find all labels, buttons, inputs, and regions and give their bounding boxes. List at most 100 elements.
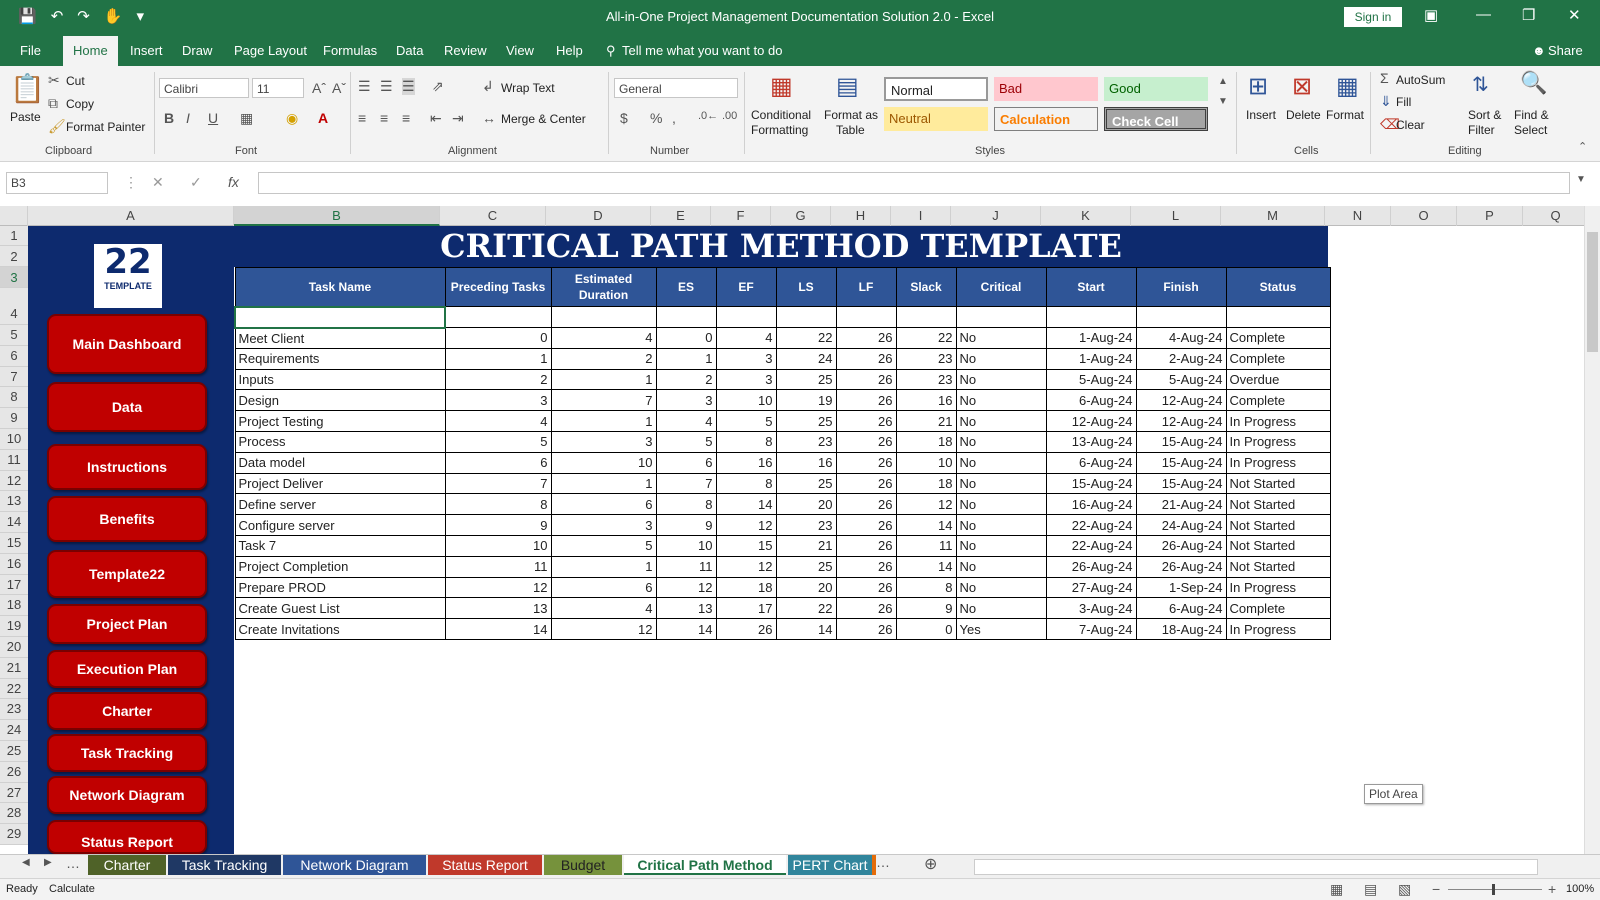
font-name-combo[interactable]: Calibri xyxy=(159,78,249,98)
zoom-slider-thumb[interactable] xyxy=(1492,884,1495,895)
column-header-c[interactable]: C xyxy=(440,206,546,226)
decrease-decimal-icon[interactable]: .00 xyxy=(722,110,737,122)
table-cell[interactable]: 3-Aug-24 xyxy=(1045,597,1137,620)
table-cell[interactable]: No xyxy=(955,410,1047,432)
align-bottom-icon[interactable]: ☰ xyxy=(402,78,415,95)
table-cell[interactable]: 1 xyxy=(550,472,657,495)
table-cell[interactable]: Create Invitations xyxy=(234,618,446,640)
table-cell[interactable]: Requirements xyxy=(234,347,446,370)
row-header[interactable]: 20 xyxy=(0,637,28,658)
format-painter-button[interactable]: Format Painter xyxy=(66,120,145,134)
nav-button-main-dashboard[interactable]: Main Dashboard xyxy=(47,314,207,374)
sheet-tab-budget[interactable]: Budget xyxy=(544,855,622,875)
style-good[interactable]: Good xyxy=(1104,77,1208,101)
table-cell[interactable]: 5 xyxy=(550,534,657,557)
table-cell[interactable]: 2 xyxy=(444,368,552,391)
row-header[interactable]: 25 xyxy=(0,741,28,762)
fill-color-icon[interactable]: ◉ xyxy=(286,110,298,127)
table-cell[interactable]: 26 xyxy=(835,327,897,349)
table-cell[interactable]: Data model xyxy=(234,451,446,474)
row-header[interactable]: 5 xyxy=(0,325,28,346)
borders-icon[interactable]: ▦ xyxy=(240,110,253,127)
sheet-tab-network-diagram[interactable]: Network Diagram xyxy=(283,855,426,875)
tab-insert[interactable]: Insert xyxy=(130,43,163,58)
cell[interactable] xyxy=(1135,306,1227,328)
row-header[interactable]: 26 xyxy=(0,761,28,783)
table-cell[interactable]: 2 xyxy=(655,368,717,391)
nav-button-execution-plan[interactable]: Execution Plan xyxy=(47,650,207,688)
table-cell[interactable]: 12 xyxy=(895,493,957,516)
table-cell[interactable]: 4 xyxy=(655,410,717,432)
column-header-o[interactable]: O xyxy=(1391,206,1457,226)
format-as-table-button[interactable]: Format as xyxy=(824,108,878,122)
cell[interactable] xyxy=(444,306,552,328)
table-cell[interactable]: 13 xyxy=(655,597,717,620)
copy-button[interactable]: Copy xyxy=(66,97,94,111)
bold-icon[interactable]: B xyxy=(164,110,174,126)
table-cell[interactable]: 6 xyxy=(550,493,657,516)
sheet-tab-task-tracking[interactable]: Task Tracking xyxy=(168,855,281,875)
table-cell[interactable]: 20 xyxy=(775,576,837,599)
nav-button-benefits[interactable]: Benefits xyxy=(47,496,207,542)
table-cell[interactable]: 13 xyxy=(444,597,552,620)
row-header[interactable]: 2 xyxy=(0,246,28,267)
table-cell[interactable]: 26 xyxy=(835,514,897,536)
style-bad[interactable]: Bad xyxy=(994,77,1098,101)
table-cell[interactable]: 25 xyxy=(775,410,837,432)
column-header-j[interactable]: J xyxy=(951,206,1041,226)
table-cell[interactable]: 26 xyxy=(835,472,897,495)
table-cell[interactable]: 26 xyxy=(835,555,897,578)
tab-draw[interactable]: Draw xyxy=(182,43,212,58)
sign-in-button[interactable]: Sign in xyxy=(1344,7,1402,27)
table-cell[interactable]: 6-Aug-24 xyxy=(1045,451,1137,474)
next-sheet-icon[interactable]: ▶ xyxy=(44,857,52,868)
table-cell[interactable]: 23 xyxy=(775,514,837,536)
tab-review[interactable]: Review xyxy=(444,43,487,58)
sheet-tab-pert-chart[interactable]: PERT Chart xyxy=(788,855,872,875)
table-cell[interactable]: 17 xyxy=(715,597,777,620)
zoom-in-icon[interactable]: + xyxy=(1548,881,1556,897)
table-cell[interactable]: No xyxy=(955,597,1047,620)
table-cell[interactable]: 5-Aug-24 xyxy=(1045,368,1137,391)
column-header-g[interactable]: G xyxy=(771,206,831,226)
table-cell[interactable]: 26 xyxy=(835,347,897,370)
table-cell[interactable]: 14 xyxy=(895,555,957,578)
font-color-icon[interactable]: A xyxy=(318,110,328,126)
column-header-e[interactable]: E xyxy=(651,206,711,226)
table-cell[interactable]: 26-Aug-24 xyxy=(1045,555,1137,578)
decrease-font-icon[interactable]: Aˇ xyxy=(332,80,346,96)
row-header[interactable]: 7 xyxy=(0,366,28,388)
cell[interactable] xyxy=(895,306,957,328)
table-cell[interactable]: Not Started xyxy=(1225,493,1331,516)
comma-icon[interactable]: , xyxy=(672,110,676,126)
cell[interactable] xyxy=(655,306,717,328)
table-cell[interactable]: 14 xyxy=(895,514,957,536)
table-cell[interactable]: Design xyxy=(234,389,446,412)
table-cell[interactable]: No xyxy=(955,347,1047,370)
row-header[interactable]: 1 xyxy=(0,226,28,246)
name-box[interactable]: B3 xyxy=(6,172,108,194)
table-cell[interactable]: 5 xyxy=(715,410,777,432)
table-cell[interactable]: In Progress xyxy=(1225,576,1331,599)
table-cell[interactable]: Not Started xyxy=(1225,472,1331,495)
cell[interactable] xyxy=(550,306,657,328)
table-cell[interactable]: 0 xyxy=(655,327,717,349)
table-cell[interactable]: Prepare PROD xyxy=(234,576,446,599)
table-cell[interactable]: No xyxy=(955,430,1047,453)
table-cell[interactable]: 26 xyxy=(835,368,897,391)
increase-indent-icon[interactable]: ⇥ xyxy=(452,110,464,127)
align-top-icon[interactable]: ☰ xyxy=(358,78,371,95)
column-header-b[interactable]: B xyxy=(234,206,440,226)
column-header-q[interactable]: Q xyxy=(1523,206,1589,226)
table-cell[interactable]: 26 xyxy=(835,410,897,432)
style-calculation[interactable]: Calculation xyxy=(994,107,1098,131)
table-cell[interactable]: No xyxy=(955,472,1047,495)
nav-button-template22[interactable]: Template22 xyxy=(47,550,207,598)
table-cell[interactable]: 24 xyxy=(775,347,837,370)
delete-cells-button[interactable]: Delete xyxy=(1286,108,1321,122)
decrease-indent-icon[interactable]: ⇤ xyxy=(430,110,442,127)
table-cell[interactable]: 22-Aug-24 xyxy=(1045,514,1137,536)
row-header[interactable]: 19 xyxy=(0,616,28,637)
table-cell[interactable]: 2 xyxy=(550,347,657,370)
merge-center-button[interactable]: Merge & Center xyxy=(501,112,586,126)
